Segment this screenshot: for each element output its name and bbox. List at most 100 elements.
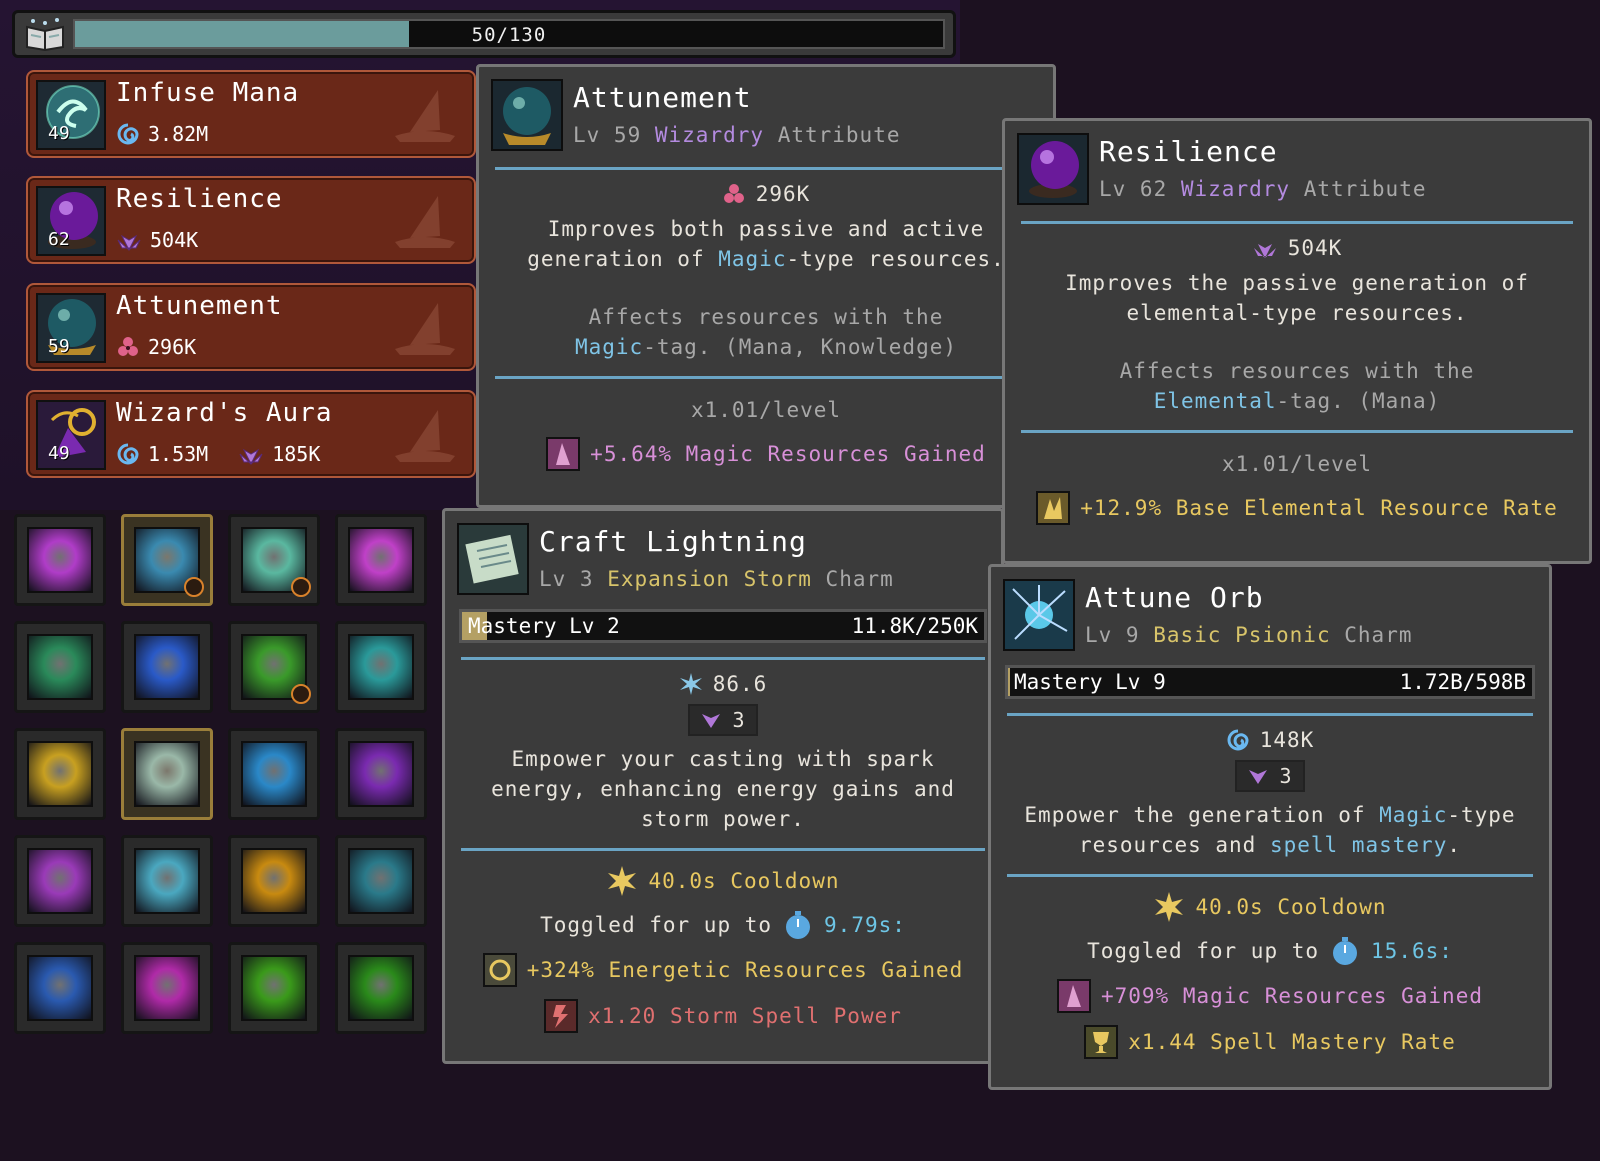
spell-slot[interactable]	[228, 728, 320, 820]
spell-slot[interactable]	[121, 621, 213, 713]
slot-row: 3	[991, 760, 1549, 792]
rune-cube-icon	[27, 955, 93, 1021]
purple-orb-icon	[1017, 133, 1089, 205]
lotus-icon	[238, 442, 264, 466]
storm-tag-icon	[544, 999, 579, 1033]
upgrade-chevron-icon	[291, 684, 311, 704]
craft-lightning-icon	[457, 523, 529, 595]
attribute-card-wizards-aura[interactable]: 49 Wizard's Aura 1.53M 185K	[26, 390, 476, 478]
stopwatch-icon	[782, 909, 814, 941]
toggle-label: Toggled for up to	[1087, 939, 1320, 963]
attribute-cost: 1.53M 185K	[116, 442, 320, 466]
xp-text: 50/130	[471, 24, 547, 46]
spell-slot[interactable]	[121, 728, 213, 820]
cost-value: 3.82M	[148, 122, 209, 146]
attribute-card-infuse-mana[interactable]: 49 Infuse Mana 3.82M	[26, 70, 476, 158]
spell-slot[interactable]	[14, 728, 106, 820]
cooldown-row: 40.0s Cooldown	[991, 891, 1549, 923]
cooldown-text: 40.0s Cooldown	[1195, 895, 1387, 919]
mana-swirl-icon	[116, 442, 140, 466]
cost-value: 504K	[1287, 236, 1343, 260]
green-hand-icon	[27, 634, 93, 700]
magenta-bolt-icon	[134, 955, 200, 1021]
divider	[1021, 221, 1573, 224]
divider	[1007, 713, 1533, 716]
affects-text: Affects resources with the Elemental-tag…	[1119, 359, 1475, 413]
divider	[461, 657, 985, 660]
wizard-hat-icon	[390, 299, 460, 359]
wizard-hat-icon	[390, 406, 460, 466]
tooltip-title: Resilience	[1099, 135, 1278, 168]
spell-slot[interactable]	[14, 835, 106, 927]
spell-slot[interactable]	[121, 942, 213, 1034]
divider	[1021, 430, 1573, 433]
divider	[1007, 874, 1533, 877]
upgrade-chevron-icon	[184, 577, 204, 597]
spell-slot[interactable]	[335, 835, 427, 927]
cooldown-burst-icon	[606, 865, 638, 897]
toggle-label: Toggled for up to	[540, 913, 773, 937]
bonus-text: x1.44 Spell Mastery Rate	[1128, 1030, 1456, 1054]
mastery-label: Mastery Lv 9	[1014, 670, 1166, 694]
charm-slot-badge: 3	[1235, 760, 1305, 792]
attribute-card-resilience[interactable]: 62 Resilience 504K	[26, 176, 476, 264]
spell-slot[interactable]	[335, 942, 427, 1034]
golden-spiral-icon	[27, 741, 93, 807]
spell-slot[interactable]	[228, 942, 320, 1034]
per-level: x1.01/level	[1221, 452, 1373, 476]
glass-orb-icon: 59	[36, 293, 106, 363]
spell-slot[interactable]	[121, 835, 213, 927]
bonus-row: x1.44 Spell Mastery Rate	[991, 1025, 1549, 1059]
attribute-level: 62	[48, 229, 70, 250]
trophy-icon	[1084, 1025, 1119, 1059]
cost-row: 148K	[991, 728, 1549, 752]
attribute-card-attunement[interactable]: 59 Attunement 296K	[26, 283, 476, 371]
divider	[495, 167, 1037, 170]
mastery-bar: Mastery Lv 2 11.8K/250K	[459, 609, 987, 643]
cost-value: 296K	[755, 182, 811, 206]
cost-value: 185K	[272, 442, 321, 466]
spell-slot[interactable]	[228, 621, 320, 713]
bonus-row: x1.20 Storm Spell Power	[445, 999, 1001, 1033]
spell-slot[interactable]	[335, 621, 427, 713]
crystal-wall-icon	[348, 634, 414, 700]
spell-slot[interactable]	[335, 728, 427, 820]
bonus-row: +5.64% Magic Resources Gained	[479, 437, 1053, 471]
lotus-icon	[116, 228, 142, 252]
description: Improves both passive and active generat…	[527, 217, 1005, 271]
wing-crest-icon	[700, 710, 722, 730]
experience-bar: 50/130	[12, 10, 956, 58]
spell-slot[interactable]	[228, 514, 320, 606]
wing-crest-icon	[1247, 766, 1269, 786]
spell-slot[interactable]	[14, 942, 106, 1034]
per-level: x1.01/level	[690, 398, 842, 422]
bonus-text: x1.20 Storm Spell Power	[588, 1004, 902, 1028]
tooltip-resilience: Resilience Lv 62 Wizardry Attribute 504K…	[1002, 118, 1592, 564]
cost-row: 504K	[1005, 236, 1589, 260]
charm-slot-badge: 3	[688, 704, 758, 736]
attune-orb-icon	[1003, 579, 1075, 651]
triskelion-icon	[116, 335, 140, 359]
blue-galaxy-icon	[134, 634, 200, 700]
swirl-orb-icon: 49	[36, 80, 106, 150]
spell-slot[interactable]	[14, 621, 106, 713]
mastery-bar: Mastery Lv 9 1.72B/598B	[1005, 665, 1535, 699]
tooltip-craft-lightning: Craft Lightning Lv 3 Expansion Storm Cha…	[442, 508, 1004, 1064]
mastery-fill	[1008, 668, 1010, 696]
mana-swirl-icon	[1226, 728, 1250, 752]
spell-slot[interactable]	[14, 514, 106, 606]
bonus-text: +12.9% Base Elemental Resource Rate	[1080, 496, 1558, 520]
attribute-name: Infuse Mana	[116, 78, 300, 108]
spell-slot[interactable]	[335, 514, 427, 606]
tooltip-title: Craft Lightning	[539, 525, 807, 558]
cooldown-text: 40.0s Cooldown	[648, 869, 840, 893]
bonus-row: +324% Energetic Resources Gained	[445, 953, 1001, 987]
description: Improves the passive generation of eleme…	[1065, 271, 1529, 325]
wizard-hat-icon	[390, 86, 460, 146]
aura-potion-icon: 49	[36, 400, 106, 470]
spell-slot[interactable]	[121, 514, 213, 606]
tooltip-subtitle: Lv 3 Expansion Storm Charm	[539, 567, 894, 591]
bonus-text: +709% Magic Resources Gained	[1100, 984, 1483, 1008]
affects-text: Affects resources with the Magic-tag. (M…	[574, 305, 957, 359]
spell-slot[interactable]	[228, 835, 320, 927]
